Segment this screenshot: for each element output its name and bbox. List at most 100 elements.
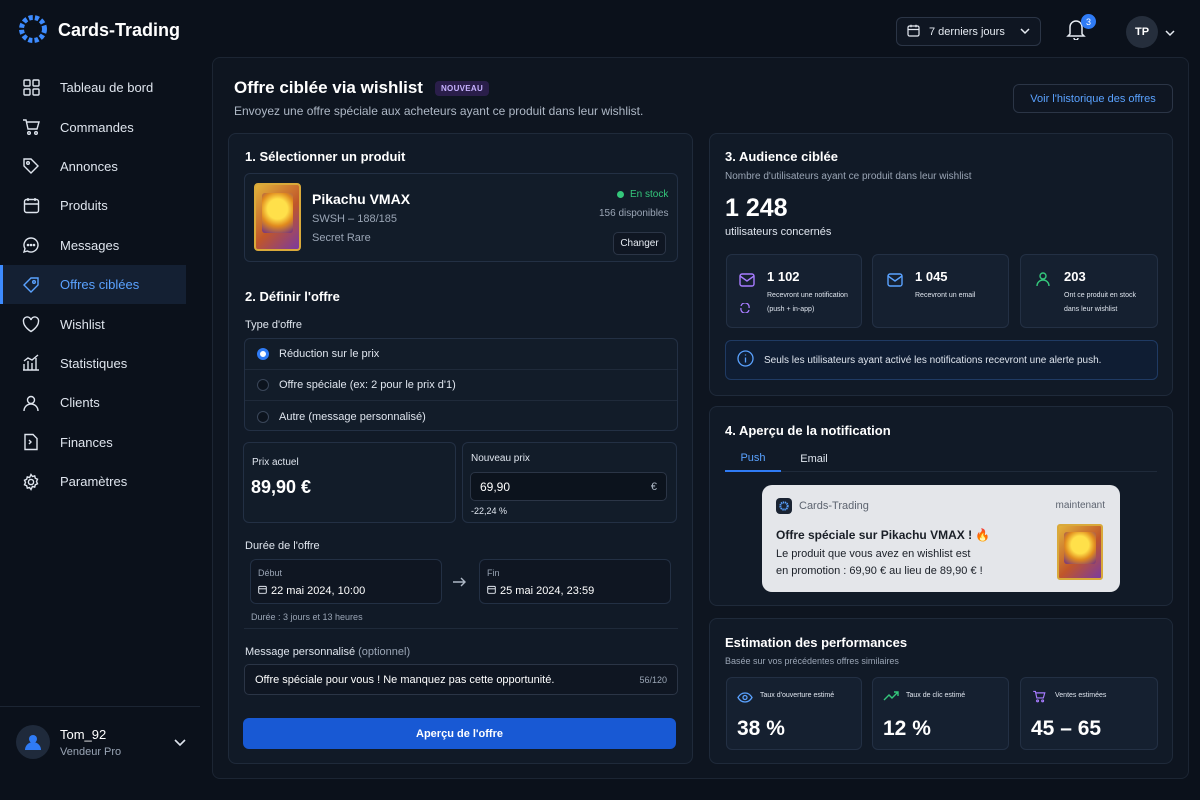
chevron-down-icon[interactable] — [174, 735, 186, 750]
metric-label: Taux de clic estimé — [906, 692, 966, 699]
stat-label: dans leur wishlist — [1064, 306, 1118, 313]
cart-icon — [1032, 690, 1046, 706]
info-icon — [737, 350, 754, 370]
document-icon — [22, 433, 40, 451]
sidebar-item-label: Statistiques — [60, 355, 128, 371]
tab-push[interactable]: Push — [725, 446, 781, 472]
brand[interactable]: Cards-Trading — [18, 14, 180, 47]
person-icon — [1035, 271, 1051, 290]
notifications-button[interactable]: 3 — [1066, 14, 1096, 44]
notification-count-badge: 3 — [1081, 14, 1096, 29]
stat-label: (push + in-app) — [767, 306, 815, 313]
divider — [244, 628, 678, 629]
avatar — [16, 725, 50, 759]
sidebar-item-label: Tableau de bord — [60, 80, 154, 96]
sidebar: Cards-Trading Tableau de bord Commandes … — [0, 0, 200, 800]
offer-type-option-special[interactable]: Offre spéciale (ex: 2 pour le prix d'1) — [245, 370, 677, 401]
step2-title: 2. Définir l'offre — [245, 289, 340, 304]
sidebar-item-parametres[interactable]: Paramètres — [0, 462, 200, 501]
sidebar-item-produits[interactable]: Produits — [0, 186, 200, 225]
tab-email[interactable]: Email — [789, 446, 839, 472]
offer-type-option-autre[interactable]: Autre (message personnalisé) — [245, 401, 677, 430]
user-menu[interactable]: Tom_92 Vendeur Pro — [16, 720, 186, 764]
stat-email: 1 045 Recevront un email — [872, 254, 1009, 328]
change-product-button[interactable]: Changer — [613, 232, 666, 255]
page-title: Offre ciblée via wishlist — [234, 78, 423, 97]
offer-tag-icon — [22, 276, 40, 294]
sidebar-item-messages[interactable]: Messages — [0, 226, 200, 265]
chevron-down-icon[interactable] — [1165, 25, 1175, 40]
sidebar-item-label: Offres ciblées — [60, 277, 140, 293]
date-range-label: 7 derniers jours — [929, 25, 1005, 38]
avatar[interactable]: TP — [1126, 16, 1158, 48]
info-text: Seuls les utilisateurs ayant activé les … — [764, 354, 1102, 366]
audience-total: 1 248 — [725, 194, 788, 222]
sidebar-item-wishlist[interactable]: Wishlist — [0, 304, 200, 343]
notif-line1: Le produit que vous avez en wishlist est — [776, 548, 971, 560]
sidebar-item-clients[interactable]: Clients — [0, 383, 200, 422]
metric-sales: Ventes estimées 45 – 65 — [1020, 677, 1158, 750]
offer-history-button[interactable]: Voir l'historique des offres — [1013, 84, 1173, 113]
sidebar-item-label: Finances — [60, 434, 113, 450]
sidebar-item-label: Annonces — [60, 158, 118, 174]
sidebar-item-annonces[interactable]: Annonces — [0, 147, 200, 186]
preview-offer-button[interactable]: Aperçu de l'offre — [243, 718, 676, 749]
user-avatar-icon — [25, 735, 41, 750]
message-label-row: Message personnalisé (optionnel) — [245, 646, 410, 658]
duration-text: Durée : 3 jours et 13 heures — [251, 612, 363, 622]
audience-total-label: utilisateurs concernés — [725, 226, 832, 238]
stat-value: 203 — [1064, 269, 1086, 284]
stat-value: 1 045 — [915, 269, 948, 284]
metric-value: 12 % — [883, 717, 931, 740]
offer-type-radio-group: Réduction sur le prix Offre spéciale (ex… — [244, 338, 678, 431]
date-range-select[interactable]: 7 derniers jours — [896, 17, 1041, 46]
sidebar-item-finances[interactable]: Finances — [0, 423, 200, 462]
metric-label: Taux d'ouverture estimé — [760, 692, 835, 699]
page-subtitle: Envoyez une offre spéciale aux acheteurs… — [234, 104, 644, 118]
stat-label: Recevront un email — [915, 292, 976, 299]
product-rarity: Secret Rare — [312, 232, 371, 244]
product-set: SWSH – 188/185 — [312, 213, 397, 225]
message-input[interactable]: Offre spéciale pour vous ! Ne manquez pa… — [244, 664, 678, 695]
gear-icon — [22, 472, 40, 491]
offer-type-option-reduction[interactable]: Réduction sur le prix — [245, 339, 677, 370]
stat-label: Recevront une notification — [767, 292, 848, 299]
radio-checked-icon — [257, 348, 269, 360]
sidebar-item-label: Messages — [60, 237, 120, 253]
arrow-right-icon — [453, 575, 467, 590]
stock-status: En stock — [617, 189, 668, 200]
new-badge: NOUVEAU — [434, 80, 490, 96]
metric-value: 45 – 65 — [1031, 717, 1102, 740]
metric-label: Ventes estimées — [1055, 692, 1107, 699]
preview-tabs: Push Email — [725, 446, 1157, 472]
stock-count: 156 disponibles — [599, 208, 669, 219]
message-value: Offre spéciale pour vous ! Ne manquez pa… — [255, 673, 555, 686]
sidebar-item-offres-ciblees[interactable]: Offres ciblées — [0, 264, 186, 305]
option-label: Autre (message personnalisé) — [279, 410, 426, 423]
stat-in-stock: 203 Ont ce produit en stock dans leur wi… — [1020, 254, 1158, 328]
app-logo-icon — [776, 498, 792, 514]
current-price-label: Prix actuel — [252, 457, 299, 468]
message-char-count: 56/120 — [639, 674, 667, 685]
sidebar-item-tableau-de-bord[interactable]: Tableau de bord — [0, 68, 200, 107]
sidebar-item-label: Produits — [60, 198, 108, 214]
chat-icon — [22, 236, 40, 254]
tag-icon — [22, 157, 40, 175]
option-label: Réduction sur le prix — [279, 348, 380, 360]
info-banner: Seuls les utilisateurs ayant activé les … — [725, 340, 1158, 380]
sidebar-item-commandes[interactable]: Commandes — [0, 107, 200, 146]
notification-bell-icon — [739, 273, 755, 290]
offer-type-label: Type d'offre — [245, 319, 302, 331]
start-date-field[interactable]: Début 22 mai 2024, 10:00 — [250, 559, 442, 604]
bell-icon — [1066, 20, 1086, 43]
new-price-input[interactable]: 69,90 € — [470, 472, 667, 501]
end-date-field[interactable]: Fin 25 mai 2024, 23:59 — [479, 559, 671, 604]
sidebar-item-statistiques[interactable]: Statistiques — [0, 344, 200, 383]
stat-label: Ont ce produit en stock — [1064, 292, 1136, 299]
sidebar-nav: Tableau de bord Commandes Annonces Produ… — [0, 68, 200, 501]
user-name: Tom_92 — [60, 726, 107, 742]
new-price-label: Nouveau prix — [471, 453, 530, 464]
page-title-row: Offre ciblée via wishlist NOUVEAU — [234, 78, 490, 98]
person-icon — [22, 394, 40, 412]
step3-subtitle: Nombre d'utilisateurs ayant ce produit d… — [725, 171, 972, 182]
